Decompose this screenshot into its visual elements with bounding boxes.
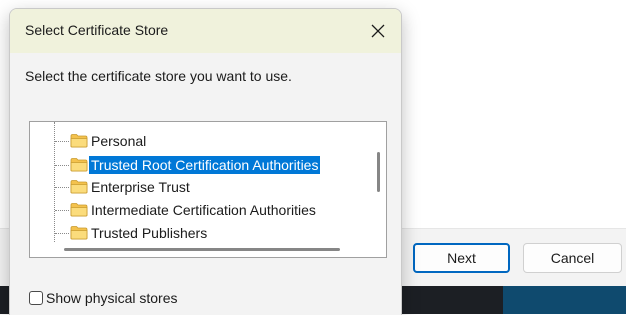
cancel-button[interactable]: Cancel <box>523 243 622 273</box>
store-item[interactable]: Trusted Root Certification Authorities <box>30 154 371 176</box>
folder-icon <box>70 180 88 194</box>
vertical-scroll-thumb[interactable] <box>377 152 380 192</box>
store-item-label: Trusted Root Certification Authorities <box>89 156 321 174</box>
tree-connector <box>55 187 69 188</box>
store-item-label: Intermediate Certification Authorities <box>91 202 316 218</box>
next-button[interactable]: Next <box>413 243 510 273</box>
horizontal-scrollbar[interactable] <box>30 242 371 257</box>
dialog-prompt: Select the certificate store you want to… <box>25 68 292 84</box>
folder-icon <box>70 134 88 148</box>
taskbar-accent <box>503 286 626 314</box>
vertical-scrollbar[interactable] <box>371 122 386 242</box>
dialog-titlebar: Select Certificate Store <box>10 9 401 53</box>
show-physical-stores-label: Show physical stores <box>46 290 178 306</box>
tree-connector <box>55 233 69 234</box>
store-item[interactable]: Intermediate Certification Authorities <box>30 199 371 221</box>
tree-viewport: Personal Trusted Root Certification Autho… <box>30 122 371 242</box>
store-item[interactable]: Enterprise Trust <box>30 176 371 198</box>
folder-icon <box>70 158 88 172</box>
certificate-store-tree[interactable]: Personal Trusted Root Certification Autho… <box>29 121 387 258</box>
close-button[interactable] <box>355 9 401 53</box>
select-certificate-store-dialog: Select Certificate Store Select the cert… <box>9 8 402 315</box>
folder-icon <box>70 226 88 240</box>
tree-connector <box>55 210 69 211</box>
store-item-label: Personal <box>91 133 147 149</box>
store-item-label: Trusted Publishers <box>91 225 208 241</box>
tree-connector <box>55 141 69 142</box>
store-item[interactable]: Trusted Publishers <box>30 222 371 242</box>
dialog-title: Select Certificate Store <box>25 22 169 38</box>
store-item-label: Enterprise Trust <box>91 179 190 195</box>
folder-icon <box>70 203 88 217</box>
horizontal-scroll-thumb[interactable] <box>64 248 340 251</box>
show-physical-stores-checkbox[interactable] <box>29 291 43 305</box>
show-physical-stores-option[interactable]: Show physical stores <box>29 290 178 306</box>
tree-connector <box>55 165 69 166</box>
store-item[interactable]: Personal <box>30 130 371 152</box>
close-icon <box>371 24 385 38</box>
